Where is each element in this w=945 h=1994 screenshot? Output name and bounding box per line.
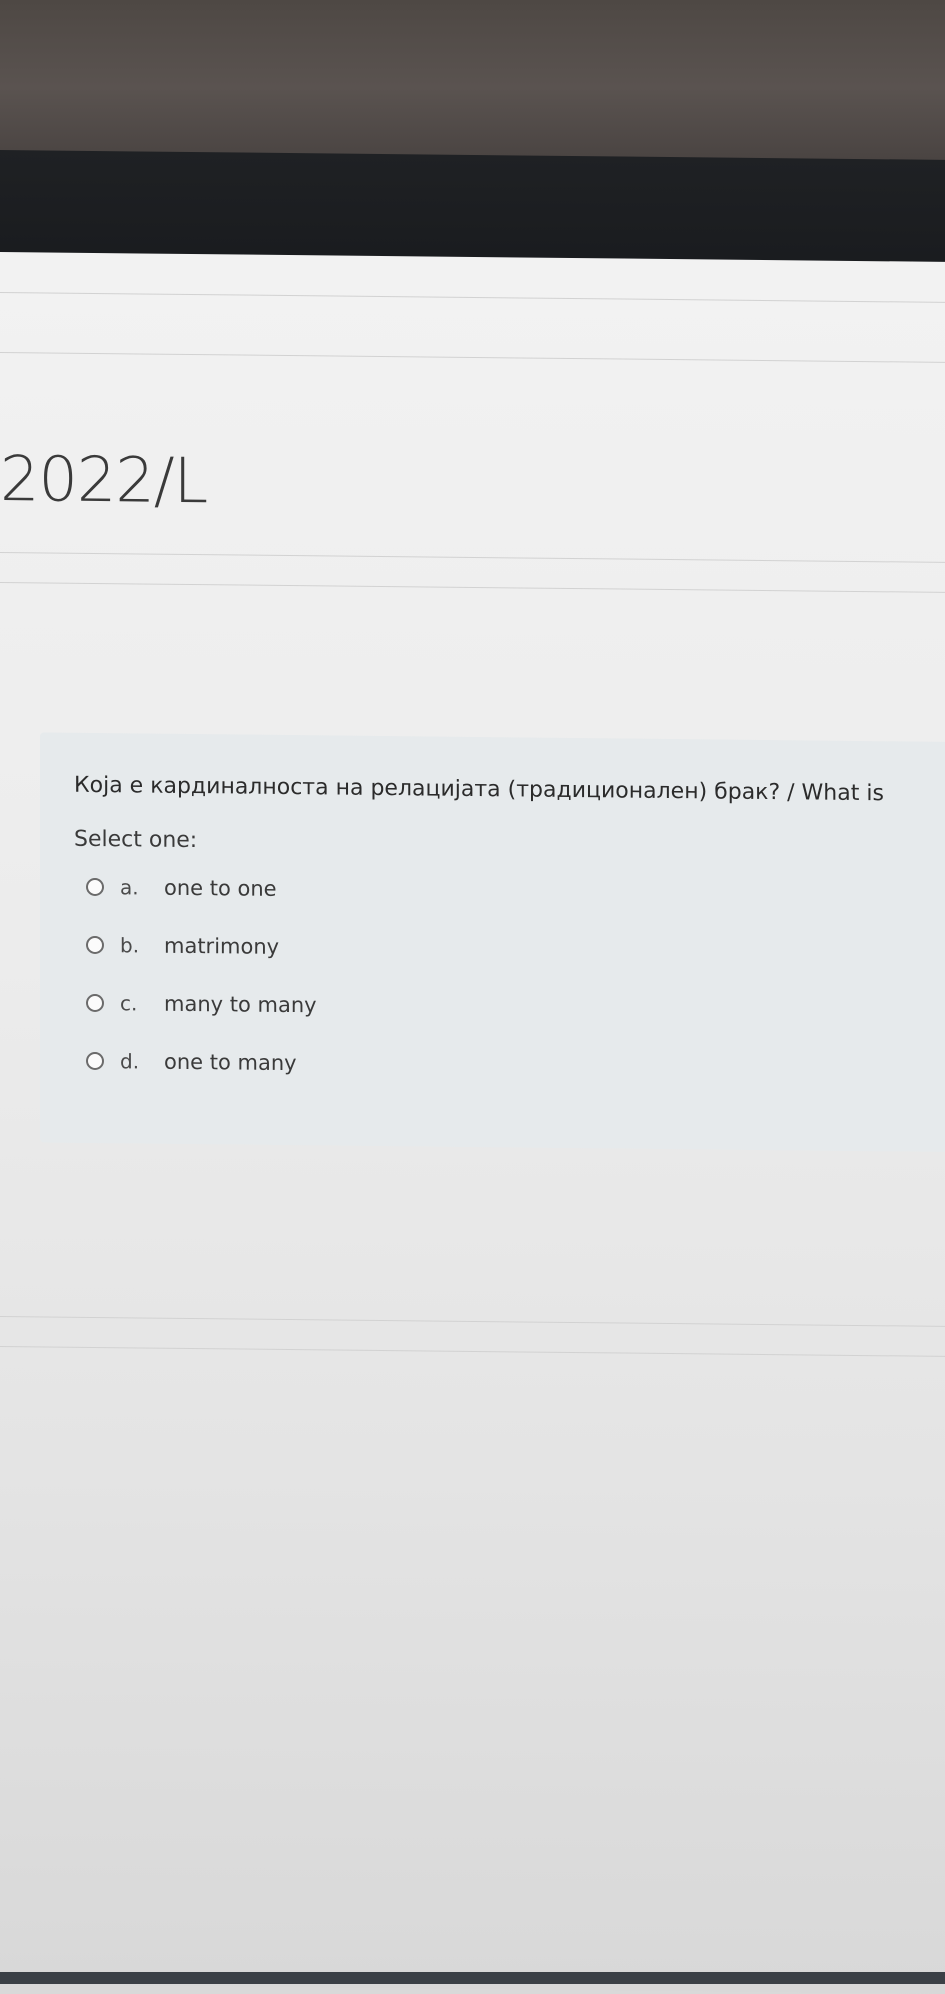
answer-option-c[interactable]: c. many to many <box>86 985 317 1023</box>
page-title: 2022/L <box>0 442 208 518</box>
question-text: Која е кардиналноста на релацијата (трад… <box>74 772 884 807</box>
option-letter: a. <box>120 875 139 900</box>
divider-line <box>0 1346 945 1357</box>
answer-option-b[interactable]: b. matrimony <box>86 927 279 965</box>
photo-background <box>0 0 945 160</box>
radio-button-icon[interactable] <box>86 935 104 955</box>
option-label[interactable]: one to one <box>164 876 277 901</box>
option-label[interactable]: one to many <box>164 1050 297 1075</box>
select-one-prompt: Select one: <box>74 826 198 854</box>
radio-button-icon[interactable] <box>86 1051 104 1071</box>
monitor-bottom-edge <box>0 1972 945 1984</box>
divider-line <box>0 1316 945 1327</box>
divider-line <box>0 552 945 563</box>
radio-button-icon[interactable] <box>86 877 104 897</box>
option-letter: c. <box>120 991 138 1016</box>
option-label[interactable]: matrimony <box>164 934 279 959</box>
option-letter: d. <box>120 1049 140 1074</box>
divider-line <box>0 352 945 363</box>
option-label[interactable]: many to many <box>164 992 317 1018</box>
browser-page: 2022/L Која е кардиналноста на релацијат… <box>0 252 945 1994</box>
answer-option-d[interactable]: d. one to many <box>86 1043 297 1081</box>
option-letter: b. <box>120 933 140 958</box>
question-card: Која е кардиналноста на релацијата (трад… <box>40 732 945 1153</box>
divider-line <box>0 582 945 593</box>
answer-option-a[interactable]: a. one to one <box>86 869 277 907</box>
divider-line <box>0 292 945 303</box>
radio-button-icon[interactable] <box>86 993 104 1013</box>
